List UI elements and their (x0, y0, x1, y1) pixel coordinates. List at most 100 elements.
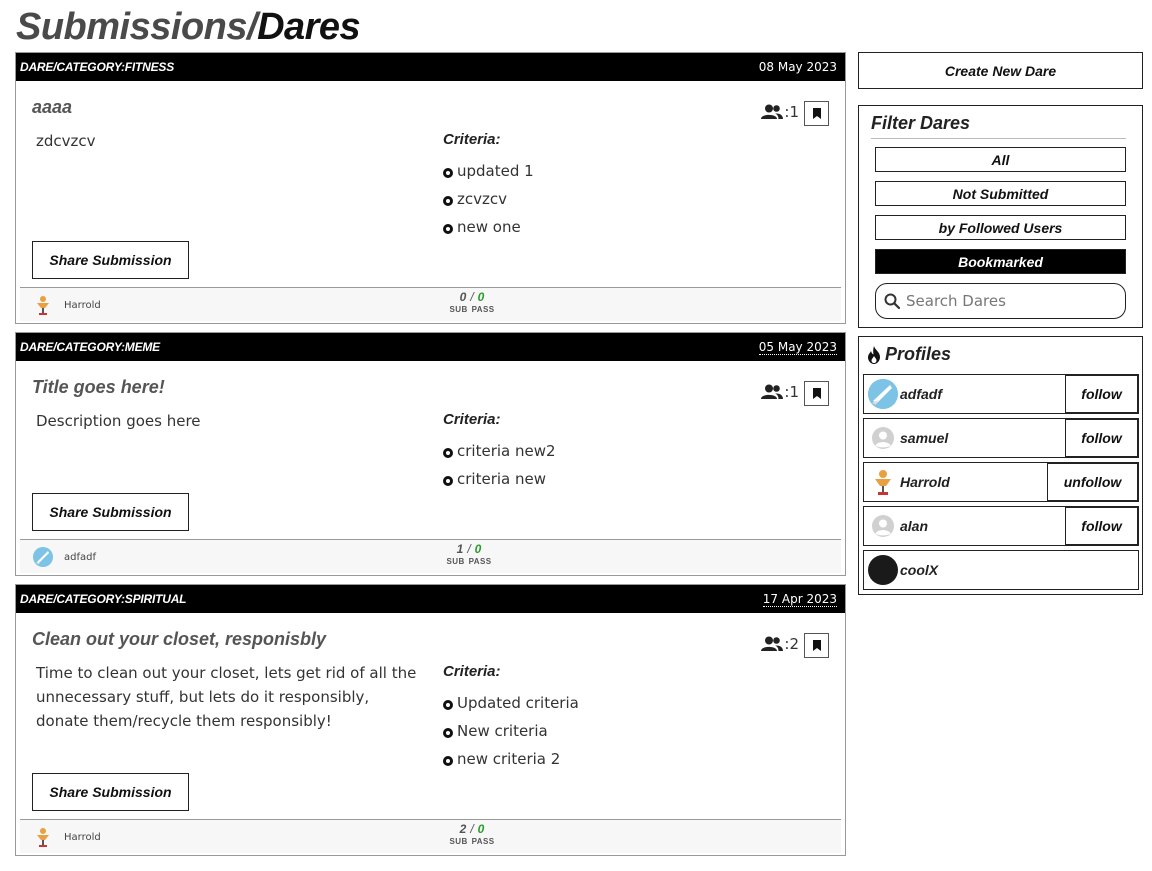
criteria-text: New criteria (457, 722, 548, 740)
participants-value: 1 (789, 383, 799, 401)
profile-name: Harrold (900, 474, 950, 490)
dare-author[interactable]: adfadf (32, 546, 96, 568)
sub-label: SUB (449, 305, 468, 314)
dare-card-body: aaaa :1 zdcvzcv Criteria: updated 1 zcvz… (16, 81, 845, 324)
criteria-text: new one (457, 218, 521, 236)
profile-row: alan follow (863, 506, 1139, 546)
profiles-title: Profiles (867, 344, 951, 365)
participants-count: :2 (761, 635, 799, 653)
profile-name: samuel (900, 430, 949, 446)
criteria-text: updated 1 (457, 162, 534, 180)
profile-user[interactable]: coolX (868, 555, 938, 585)
filter-followed-button[interactable]: by Followed Users (875, 215, 1126, 240)
criteria-text: new criteria 2 (457, 750, 561, 768)
users-icon (761, 384, 784, 399)
criteria-list: Updated criteria New criteria new criter… (443, 689, 579, 773)
divider (871, 138, 1126, 139)
dare-card-header: DARE/CATEGORY:MEME 05 May 2023 (16, 333, 845, 361)
criteria-title: Criteria: (443, 131, 501, 148)
criteria-text: zcvzcv (457, 190, 507, 208)
profile-row: samuel follow (863, 418, 1139, 458)
create-new-dare-button[interactable]: Create New Dare (858, 52, 1143, 89)
dare-author[interactable]: Harrold (32, 294, 101, 316)
bookmark-button[interactable] (804, 381, 829, 406)
author-name: Harrold (64, 831, 101, 843)
filter-bookmarked-button[interactable]: Bookmarked (875, 249, 1126, 274)
profile-user[interactable]: Harrold (868, 467, 950, 497)
search-box[interactable] (875, 283, 1126, 319)
bookmark-icon (812, 640, 821, 651)
dark-avatar-icon (868, 555, 898, 585)
pass-label: PASS (468, 557, 492, 566)
filter-all-button[interactable]: All (875, 147, 1126, 172)
pass-count: 0 (477, 290, 485, 304)
criteria-text: criteria new (457, 470, 546, 488)
criteria-title: Criteria: (443, 411, 501, 428)
bullet-icon (443, 699, 453, 710)
figure-avatar-icon (32, 294, 54, 316)
filter-not-submitted-button[interactable]: Not Submitted (875, 181, 1126, 206)
dare-description: Description goes here (36, 412, 201, 430)
page-title-current: Dares (257, 6, 361, 48)
filter-title: Filter Dares (871, 113, 971, 133)
figure-avatar-icon (32, 826, 54, 848)
share-submission-button[interactable]: Share Submission (32, 241, 189, 279)
share-submission-button[interactable]: Share Submission (32, 493, 189, 531)
follow-button[interactable]: follow (1065, 375, 1138, 413)
criteria-title: Criteria: (443, 663, 501, 680)
profile-user[interactable]: alan (868, 511, 928, 541)
unfollow-button[interactable]: unfollow (1047, 463, 1138, 501)
author-name: Harrold (64, 299, 101, 311)
profile-user[interactable]: samuel (868, 423, 948, 453)
photo-avatar-icon (32, 546, 54, 568)
follow-button[interactable]: follow (1065, 419, 1138, 457)
share-submission-button[interactable]: Share Submission (32, 773, 189, 811)
sub-count: 1 (456, 542, 464, 556)
dare-date: 05 May 2023 (758, 339, 837, 355)
dare-card: DARE/CATEGORY:FITNESS 08 May 2023 aaaa :… (15, 52, 846, 324)
criteria-text: Updated criteria (457, 694, 579, 712)
dare-category: DARE/CATEGORY:SPIRITUAL (20, 592, 187, 606)
profile-row: coolX (863, 550, 1139, 590)
criteria-list: criteria new2 criteria new (443, 437, 556, 493)
bookmark-icon (812, 388, 821, 399)
dare-author[interactable]: Harrold (32, 826, 101, 848)
sub-label: SUB (449, 837, 468, 846)
participants-value: 1 (789, 103, 799, 121)
profile-name: adfadf (900, 386, 942, 402)
pass-count: 0 (474, 542, 482, 556)
dare-card-footer: adfadf 1/0 SUB PASS (20, 539, 841, 573)
bullet-icon (443, 167, 453, 178)
dare-card: DARE/CATEGORY:SPIRITUAL 17 Apr 2023 Clea… (15, 584, 846, 856)
participants-count: :1 (761, 383, 799, 401)
sub-label: SUB (446, 557, 465, 566)
search-icon (884, 293, 900, 309)
users-icon (761, 636, 784, 651)
bullet-icon (443, 195, 453, 206)
follow-button[interactable]: follow (1065, 507, 1138, 545)
figure-avatar-icon (868, 467, 898, 497)
filter-panel: Filter Dares All Not Submitted by Follow… (858, 105, 1143, 328)
submission-stats: 1/0 SUB PASS (446, 542, 492, 566)
profile-row: Harrold unfollow (863, 462, 1139, 502)
search-input[interactable] (906, 292, 1116, 310)
bullet-icon (443, 475, 453, 486)
dare-title: Clean out your closet, responisbly (32, 629, 327, 649)
participants-count: :1 (761, 103, 799, 121)
profile-user[interactable]: adfadf (868, 379, 942, 409)
criteria-item: updated 1 (443, 157, 534, 185)
pass-label: PASS (471, 837, 495, 846)
dare-card-footer: Harrold 0/0 SUB PASS (20, 287, 841, 321)
dare-title: Title goes here! (32, 377, 165, 397)
breadcrumb[interactable]: Submissions/ (16, 6, 258, 48)
criteria-item: criteria new2 (443, 437, 556, 465)
bullet-icon (443, 447, 453, 458)
bookmark-button[interactable] (804, 633, 829, 658)
page-title: Submissions/Dares (16, 6, 361, 49)
participants-value: 2 (789, 635, 799, 653)
profiles-title-text: Profiles (885, 344, 952, 364)
criteria-item: criteria new (443, 465, 556, 493)
bookmark-button[interactable] (804, 101, 829, 126)
default-avatar-icon (868, 423, 898, 453)
profile-row: adfadf follow (863, 374, 1139, 414)
